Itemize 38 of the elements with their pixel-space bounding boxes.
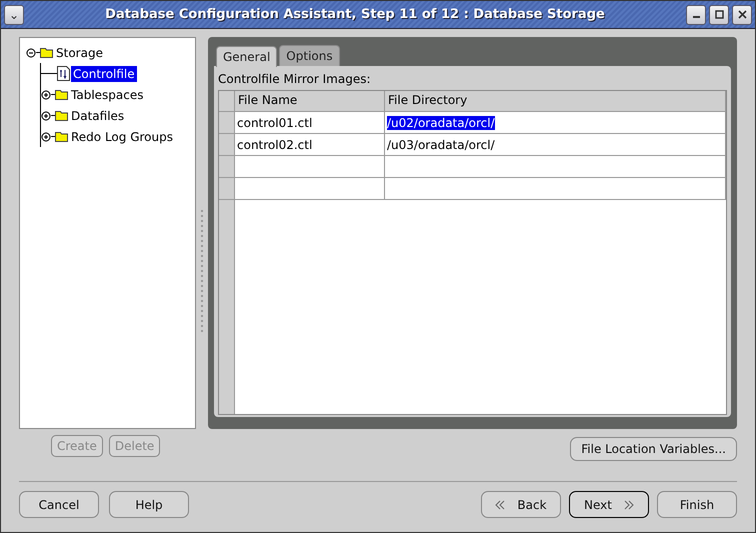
chevron-left-icon	[495, 500, 506, 510]
minimize-button[interactable]	[686, 4, 706, 24]
tree-item[interactable]: Redo Log Groups	[69, 128, 175, 144]
collapse-icon[interactable]	[26, 48, 36, 58]
tree-item[interactable]: Datafiles	[69, 108, 126, 124]
window-title: Database Configuration Assistant, Step 11 of 12 : Database Storage	[104, 7, 606, 22]
table-cell: control01.ctl	[237, 116, 312, 130]
tree-item[interactable]: Tablespaces	[69, 86, 146, 102]
footer-button[interactable]: Cancel	[19, 491, 99, 518]
document-icon	[57, 66, 70, 81]
table-cell: /u02/oradata/orcl/	[387, 116, 495, 130]
window-menu-button[interactable]: ⌄	[4, 4, 24, 24]
table-cell: /u03/oradata/orcl/	[387, 138, 495, 152]
column-header[interactable]: File Name	[235, 91, 385, 111]
maximize-icon	[714, 10, 724, 19]
footer-button[interactable]: Finish	[657, 491, 737, 518]
folder-icon	[40, 47, 53, 58]
folder-icon	[55, 89, 68, 100]
expand-icon[interactable]	[41, 90, 51, 100]
column-header[interactable]: File Directory	[385, 91, 726, 111]
file-location-variables-button[interactable]: File Location Variables...	[570, 437, 737, 461]
expand-icon[interactable]	[41, 132, 51, 142]
maximize-button[interactable]	[709, 4, 729, 24]
tab[interactable]: General	[216, 46, 278, 67]
tree-item[interactable]: Storage	[54, 44, 105, 60]
table-caption: Controlfile Mirror Images:	[218, 72, 372, 86]
folder-icon	[55, 110, 68, 121]
close-icon	[738, 10, 746, 19]
close-button[interactable]	[732, 4, 752, 24]
expand-icon[interactable]	[41, 110, 51, 120]
chevron-right-icon	[624, 500, 634, 510]
footer-button[interactable]: Back	[481, 491, 561, 518]
footer-button[interactable]: Next	[569, 491, 649, 518]
folder-icon	[55, 131, 68, 142]
footer-button[interactable]: Help	[109, 491, 189, 518]
tree-item[interactable]: Controlfile	[71, 66, 137, 82]
tab[interactable]: Options	[279, 45, 340, 66]
table-cell: control02.ctl	[237, 138, 312, 152]
